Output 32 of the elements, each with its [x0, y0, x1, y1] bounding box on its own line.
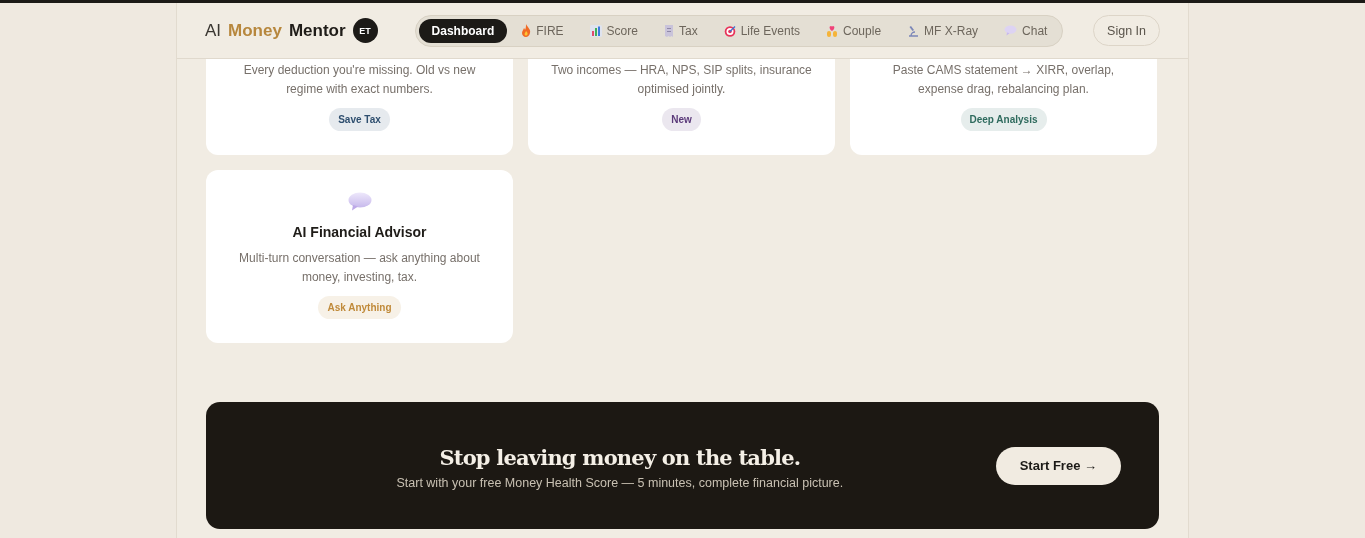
microscope-icon: [907, 24, 920, 37]
card-title: AI Financial Advisor: [292, 224, 427, 240]
card-description: Every deduction you're missing. Old vs new regime with exact numbers.: [242, 62, 477, 98]
hearts-icon: [826, 24, 839, 37]
logo-badge: ET: [352, 18, 378, 43]
tag-label: Deep Analysis: [960, 108, 1047, 131]
logo-text: Money: [228, 20, 282, 41]
nav-tab[interactable]: Tax: [651, 18, 710, 43]
start-free-button[interactable]: Start Free →: [995, 446, 1121, 485]
nav-tab[interactable]: Dashboard: [418, 18, 508, 43]
speech-bubble-icon: [347, 192, 372, 211]
nav-tab[interactable]: MF X-Ray: [895, 18, 991, 43]
logo-text: AI: [205, 20, 222, 41]
flame-icon: [521, 24, 532, 37]
bar-chart-icon: [589, 24, 602, 37]
cta-heading: Stop leaving money on the table.: [439, 445, 801, 470]
nav-tab[interactable]: Life Events: [711, 18, 813, 43]
speech-bubble-icon: [1004, 25, 1018, 36]
nav-tab[interactable]: Score: [577, 18, 650, 43]
nav-tab[interactable]: Chat: [992, 18, 1060, 43]
tag-label: Save Tax: [329, 108, 390, 131]
tag-label: Ask Anything: [318, 296, 401, 319]
cta-subtitle: Start with your free Money Health Score — 5 minutes, complete financial picture.: [396, 476, 844, 490]
tag-label: New: [662, 108, 701, 131]
nav-tab[interactable]: Couple: [814, 18, 894, 43]
nav-tab[interactable]: FIRE: [509, 18, 576, 43]
card-description: Two incomes — HRA, NPS, SIP splits, insurance optimised jointly.: [550, 62, 813, 98]
receipt-icon: [663, 24, 674, 37]
card-description: Paste CAMS statement → XIRR, overlap, expense drag, rebalancing plan.: [891, 62, 1116, 98]
target-icon: [723, 24, 736, 37]
logo-text: Mentor: [288, 20, 346, 41]
card-description: Multi-turn conversation — ask anything about money, investing, tax.: [238, 250, 481, 286]
